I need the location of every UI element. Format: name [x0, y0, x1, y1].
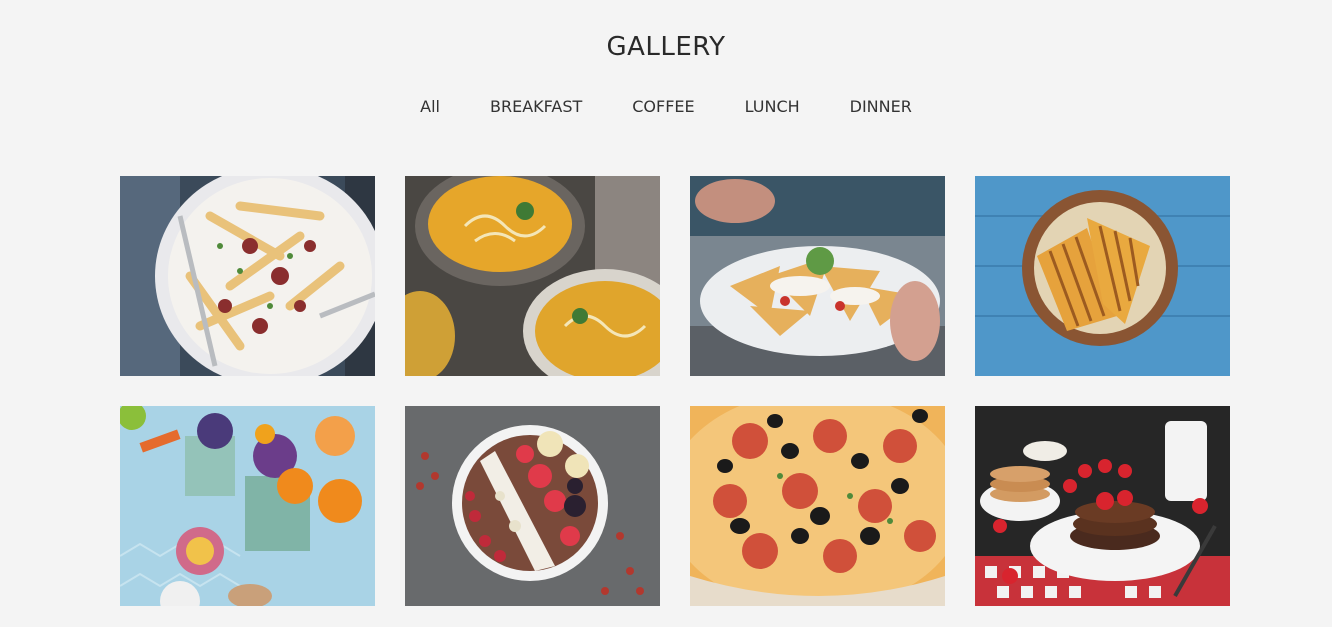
gallery-page: GALLERY All BREAKFAST COFFEE LUNCH DINNE…	[0, 0, 1332, 627]
gallery-item-acai[interactable]	[405, 406, 660, 606]
gallery-item-pancakes[interactable]	[975, 406, 1230, 606]
filter-lunch[interactable]: LUNCH	[720, 97, 825, 116]
nachos-plate-photo	[690, 176, 945, 376]
gallery-item-pizza[interactable]	[690, 406, 945, 606]
filter-nav: All BREAKFAST COFFEE LUNCH DINNER	[0, 97, 1332, 116]
filter-coffee[interactable]: COFFEE	[607, 97, 719, 116]
fruit-smoothie-photo	[120, 406, 375, 606]
filter-breakfast[interactable]: BREAKFAST	[465, 97, 607, 116]
acai-bowl-photo	[405, 406, 660, 606]
filter-all[interactable]: All	[395, 97, 465, 116]
page-title: GALLERY	[606, 32, 726, 62]
gallery-item-sandwich[interactable]	[975, 176, 1230, 376]
gallery-grid	[120, 176, 1230, 606]
pepperoni-pizza-photo	[690, 406, 945, 606]
soup-bowls-photo	[405, 176, 660, 376]
grilled-sandwich-photo	[975, 176, 1230, 376]
filter-dinner[interactable]: DINNER	[825, 97, 937, 116]
gallery-item-smoothie[interactable]	[120, 406, 375, 606]
gallery-item-soup[interactable]	[405, 176, 660, 376]
loaded-fries-photo	[120, 176, 375, 376]
pancakes-strawberries-photo	[975, 406, 1230, 606]
gallery-item-fries[interactable]	[120, 176, 375, 376]
gallery-item-nachos[interactable]	[690, 176, 945, 376]
